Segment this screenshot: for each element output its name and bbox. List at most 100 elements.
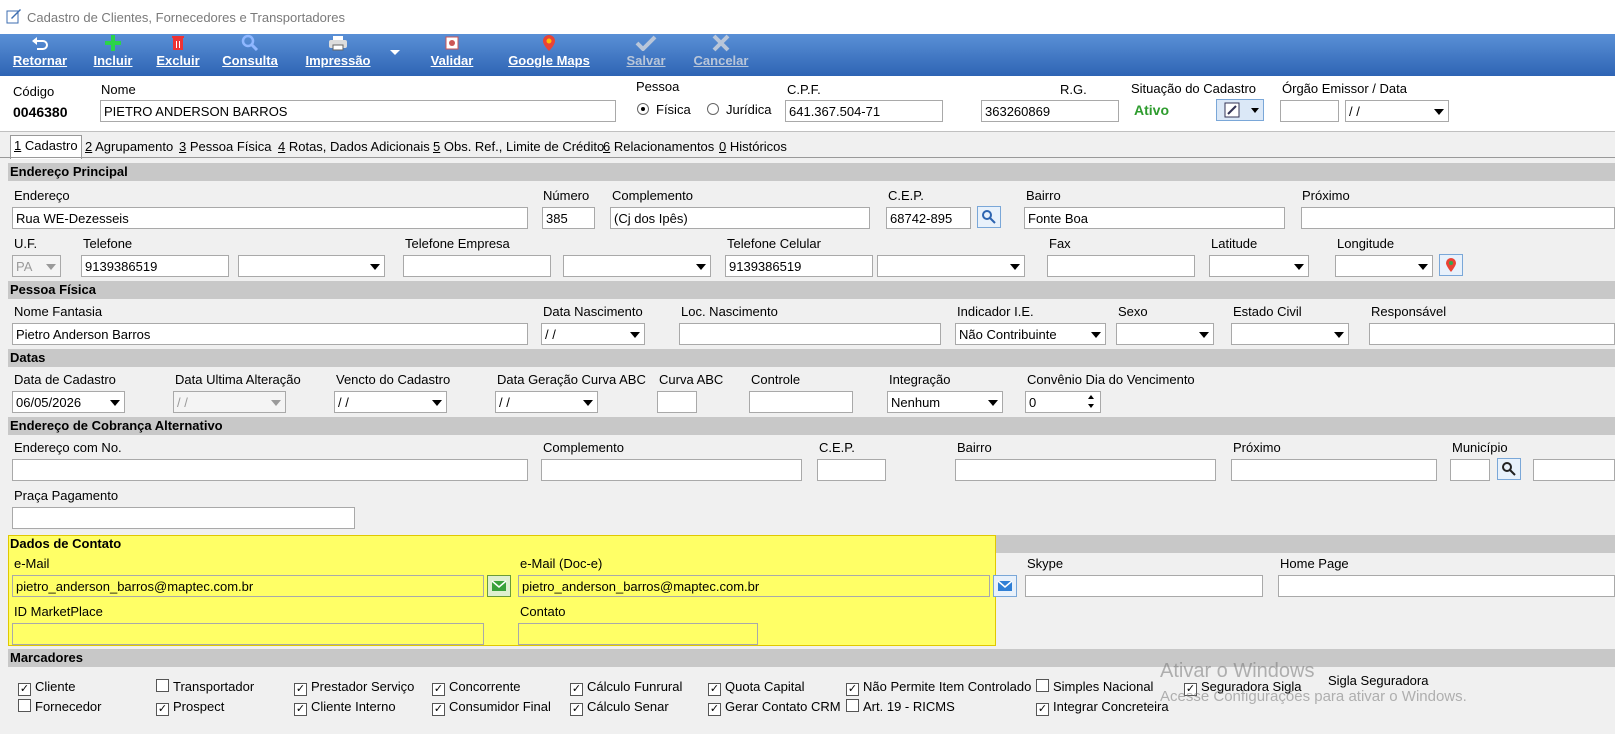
tab-relacionamentos[interactable]: 6 Relacionamentos (600, 137, 717, 157)
envelope-icon (997, 580, 1013, 591)
responsavel-input[interactable] (1369, 323, 1615, 345)
tab-pessoa-fisica[interactable]: 3 Pessoa Física (176, 137, 275, 157)
bairro-input[interactable]: Fonte Boa (1024, 207, 1285, 229)
chk-prospect[interactable]: ✓ Prospect (156, 699, 224, 716)
chk-transportador[interactable]: Transportador (156, 679, 254, 694)
impressao-button[interactable]: Impressão (298, 33, 378, 75)
chk-quota-capital[interactable]: ✓ Quota Capital (708, 679, 805, 696)
chk-senar[interactable]: ✓ Cálculo Senar (570, 699, 669, 716)
chk-prestador[interactable]: ✓ Prestador Serviço (294, 679, 414, 696)
chk-cliente[interactable]: ✓ Cliente (18, 679, 75, 696)
proximo-label: Próximo (1302, 188, 1350, 203)
controle-input[interactable] (749, 391, 853, 413)
chk-contato-crm[interactable]: ✓ Gerar Contato CRM (708, 699, 841, 716)
cancel-icon (712, 34, 730, 52)
juridica-radio[interactable] (707, 103, 719, 115)
skype-input[interactable] (1025, 575, 1263, 597)
consulta-button[interactable]: Consulta (218, 33, 282, 75)
chk-concreteira[interactable]: ✓ Integrar Concreteira (1036, 699, 1169, 716)
chk-cliente-interno[interactable]: ✓ Cliente Interno (294, 699, 396, 716)
cep-input[interactable]: 68742-895 (886, 207, 971, 229)
tab-cadastro[interactable]: 1 Cadastro (10, 135, 82, 159)
chk-concorrente[interactable]: ✓ Concorrente (432, 679, 521, 696)
retornar-button[interactable]: Retornar (8, 33, 72, 75)
tab-obs[interactable]: 5 Obs. Ref., Limite de Crédito (430, 137, 607, 157)
incluir-button[interactable]: Incluir (88, 33, 138, 75)
chk-item-controlado[interactable]: ✓ Não Permite Item Controlado (846, 679, 1031, 696)
vencto-select[interactable]: / / (334, 391, 447, 413)
sexo-select[interactable] (1116, 323, 1214, 345)
email-doc-input[interactable]: pietro_anderson_barros@maptec.com.br (518, 575, 990, 597)
homepage-input[interactable] (1278, 575, 1615, 597)
google-maps-button[interactable]: Google Maps (502, 33, 596, 75)
estado-civil-select[interactable] (1231, 323, 1349, 345)
cob-complemento-input[interactable] (541, 459, 802, 481)
salvar-button[interactable]: Salvar (618, 33, 674, 75)
fax-input[interactable] (1047, 255, 1195, 277)
excluir-button[interactable]: Excluir (152, 33, 204, 75)
endereco-input[interactable]: Rua WE-Dezesseis (12, 207, 528, 229)
tel-celular-tipo-select[interactable] (877, 255, 1025, 277)
fantasia-input[interactable]: Pietro Anderson Barros (12, 323, 528, 345)
telefone-tipo-select[interactable] (238, 255, 385, 277)
tab-agrupamento[interactable]: 2 Agrupamento (82, 137, 176, 157)
nome-input[interactable]: PIETRO ANDERSON BARROS (100, 100, 616, 122)
validar-button[interactable]: Validar (424, 33, 480, 75)
fantasia-label: Nome Fantasia (14, 304, 103, 319)
situacao-edit-button[interactable] (1216, 99, 1264, 121)
tab-historicos[interactable]: 0 Históricos (716, 137, 790, 157)
cob-proximo-input[interactable] (1231, 459, 1437, 481)
data-cadastro-select[interactable]: 06/05/2026 (12, 391, 125, 413)
integracao-label: Integração (889, 372, 951, 387)
maps-button[interactable] (1439, 254, 1463, 276)
orgao-data-select[interactable]: / / (1345, 100, 1449, 122)
rg-label: R.G. (1060, 82, 1087, 97)
uf-select[interactable]: PA (12, 255, 61, 277)
chk-consumidor-final[interactable]: ✓ Consumidor Final (432, 699, 551, 716)
municipio-search-button[interactable] (1497, 458, 1521, 480)
telefone-input[interactable]: 9139386519 (81, 255, 229, 277)
cob-municipio-nome-input[interactable] (1533, 459, 1615, 481)
impressao-dropdown-icon[interactable] (390, 50, 400, 55)
latitude-select[interactable] (1209, 255, 1309, 277)
integracao-select[interactable]: Nenhum (887, 391, 1003, 413)
longitude-select[interactable] (1335, 255, 1433, 277)
tab-rotas[interactable]: 4 Rotas, Dados Adicionais (275, 137, 433, 157)
email-input[interactable]: pietro_anderson_barros@maptec.com.br (12, 575, 484, 597)
praca-input[interactable] (12, 507, 355, 529)
cancelar-button[interactable]: Cancelar (688, 33, 754, 75)
cob-bairro-input[interactable] (955, 459, 1216, 481)
chk-funrural[interactable]: ✓ Cálculo Funrural (570, 679, 682, 696)
cob-endereco-input[interactable] (12, 459, 528, 481)
spin-down-icon[interactable] (1088, 404, 1094, 408)
cep-search-button[interactable] (977, 206, 1001, 228)
fisica-radio[interactable] (637, 103, 649, 115)
tel-empresa-input[interactable] (403, 255, 551, 277)
chk-fornecedor[interactable]: Fornecedor (18, 699, 101, 714)
nascimento-select[interactable]: / / (541, 323, 645, 345)
contato-input[interactable] (518, 623, 758, 645)
data-alteracao-select[interactable]: / / (173, 391, 286, 413)
cob-cep-input[interactable] (817, 459, 886, 481)
complemento-input[interactable]: (Cj dos Ipês) (610, 207, 870, 229)
tel-celular-input[interactable]: 9139386519 (725, 255, 873, 277)
tel-empresa-tipo-select[interactable] (563, 255, 711, 277)
cob-municipio-input[interactable] (1450, 459, 1490, 481)
email-doc-send-button[interactable] (993, 575, 1017, 597)
chk-art19[interactable]: Art. 19 - RICMS (846, 699, 955, 714)
orgao-input[interactable] (1280, 100, 1339, 122)
rg-input[interactable]: 363260869 (981, 100, 1119, 122)
numero-input[interactable]: 385 (542, 207, 595, 229)
curva-abc-input[interactable] (657, 391, 697, 413)
loc-nascimento-input[interactable] (679, 323, 941, 345)
spin-up-icon[interactable] (1088, 395, 1094, 399)
cpf-input[interactable]: 641.367.504-71 (785, 100, 943, 122)
proximo-input[interactable] (1301, 207, 1615, 229)
curva-data-select[interactable]: / / (495, 391, 598, 413)
marketplace-input[interactable] (12, 623, 484, 645)
codigo-value: 0046380 (13, 104, 68, 120)
ie-select[interactable]: Não Contribuinte (955, 323, 1106, 345)
email-send-button[interactable] (487, 575, 511, 597)
chk-simples-nacional[interactable]: Simples Nacional (1036, 679, 1153, 694)
data-alteracao-label: Data Ultima Alteração (175, 372, 301, 387)
